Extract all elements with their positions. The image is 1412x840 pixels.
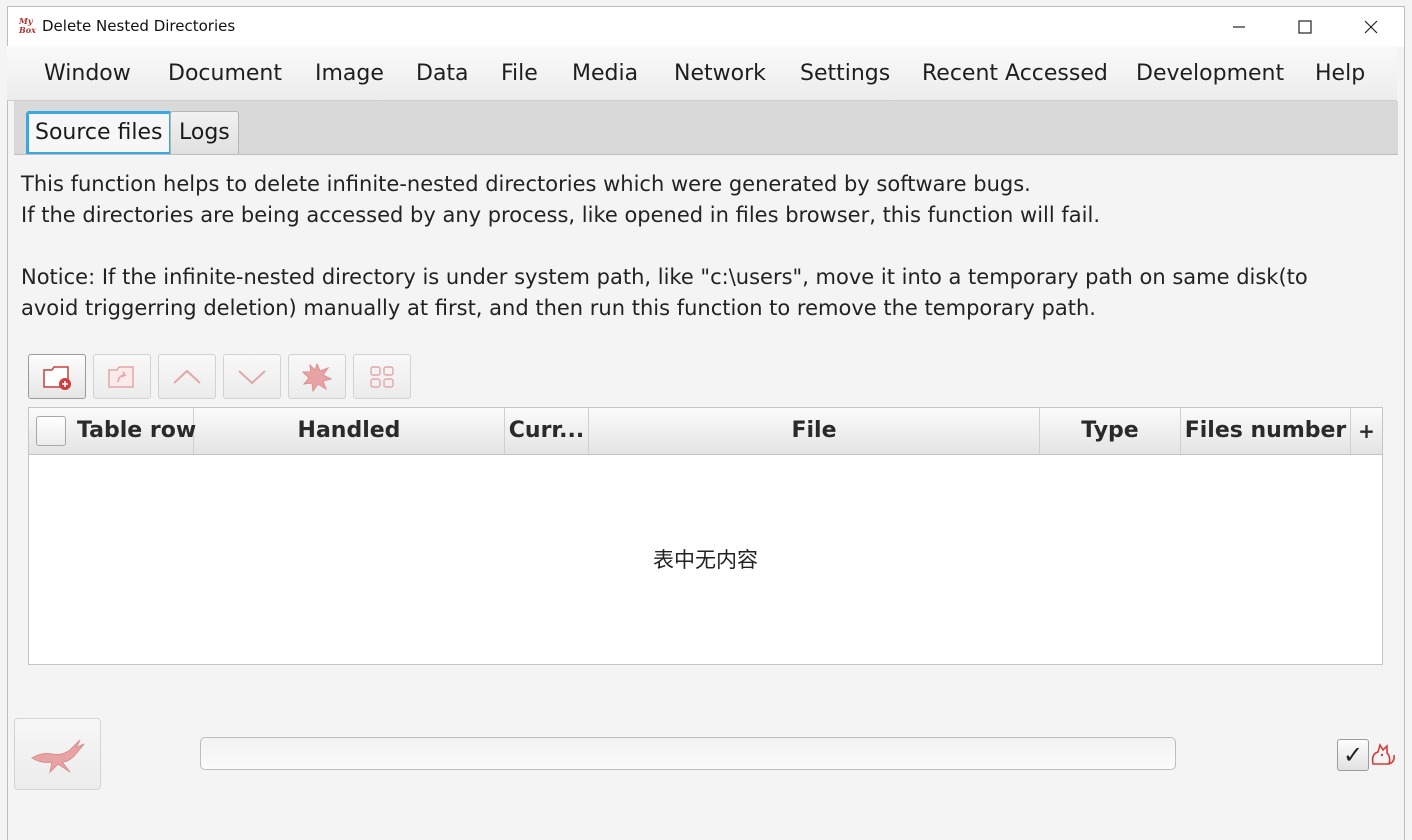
table-empty-message: 表中无内容 xyxy=(653,548,758,572)
open-folder-button[interactable] xyxy=(93,354,151,399)
cat-icon[interactable] xyxy=(1368,740,1396,772)
select-all-checkbox[interactable] xyxy=(36,416,66,446)
column-table-row[interactable]: Table row xyxy=(29,408,197,454)
column-file[interactable]: File xyxy=(589,408,1040,454)
start-icon xyxy=(30,739,84,774)
title-bar: My Box Delete Nested Directories xyxy=(8,7,1404,47)
window-title: Delete Nested Directories xyxy=(42,17,236,35)
move-up-button[interactable] xyxy=(158,354,216,399)
close-icon xyxy=(1364,20,1378,34)
move-down-button[interactable] xyxy=(223,354,281,399)
notice-line-1: Notice: If the infinite-nested directory… xyxy=(21,265,1308,289)
delete-icon xyxy=(301,362,333,392)
edit-button[interactable] xyxy=(353,354,411,399)
open-folder-icon xyxy=(108,365,134,388)
minimize-icon xyxy=(1233,26,1245,28)
add-folder-icon xyxy=(43,365,71,390)
add-column-button[interactable]: + xyxy=(1351,408,1382,454)
column-handled[interactable]: Handled xyxy=(194,408,505,454)
source-files-table: Table row Handled Curr... File Type File… xyxy=(28,407,1383,665)
menu-file[interactable]: File xyxy=(501,61,538,86)
move-down-icon xyxy=(238,369,266,384)
menu-window[interactable]: Window xyxy=(44,61,131,86)
tab-strip: Source files Logs xyxy=(14,101,1398,155)
menu-recent-accessed[interactable]: Recent Accessed xyxy=(922,61,1108,86)
tab-logs[interactable]: Logs xyxy=(170,111,239,154)
menu-settings[interactable]: Settings xyxy=(800,61,890,86)
app-logo-icon: My Box xyxy=(19,16,36,35)
tab-source-files[interactable]: Source files xyxy=(26,111,172,154)
maximize-button[interactable] xyxy=(1273,7,1337,47)
add-folder-button[interactable] xyxy=(28,354,86,399)
start-button[interactable] xyxy=(14,718,101,790)
column-table-row-label: Table row xyxy=(77,418,197,443)
menu-network[interactable]: Network xyxy=(674,61,766,86)
menu-data[interactable]: Data xyxy=(416,61,469,86)
maximize-icon xyxy=(1298,20,1312,34)
move-up-icon xyxy=(173,369,201,384)
progress-bar xyxy=(200,737,1176,770)
close-when-complete-checkbox[interactable]: ✓ xyxy=(1337,739,1369,771)
minimize-button[interactable] xyxy=(1207,7,1271,47)
column-current[interactable]: Curr... xyxy=(505,408,589,454)
menu-media[interactable]: Media xyxy=(572,61,638,86)
menu-document[interactable]: Document xyxy=(168,61,282,86)
table-header: Table row Handled Curr... File Type File… xyxy=(29,408,1382,455)
menu-help[interactable]: Help xyxy=(1315,61,1365,86)
column-files-number[interactable]: Files number xyxy=(1181,408,1351,454)
close-button[interactable] xyxy=(1339,7,1403,47)
notice-line-2: avoid triggerring deletion) manually at … xyxy=(21,296,1096,320)
menu-image[interactable]: Image xyxy=(315,61,384,86)
delete-button[interactable] xyxy=(288,354,346,399)
column-type[interactable]: Type xyxy=(1040,408,1181,454)
description-line-1: This function helps to delete infinite-n… xyxy=(21,172,1031,196)
edit-icon xyxy=(370,365,394,388)
menu-development[interactable]: Development xyxy=(1136,61,1284,86)
description-line-2: If the directories are being accessed by… xyxy=(21,203,1100,227)
menu-bar: Window Document Image Data File Media Ne… xyxy=(7,46,1397,101)
